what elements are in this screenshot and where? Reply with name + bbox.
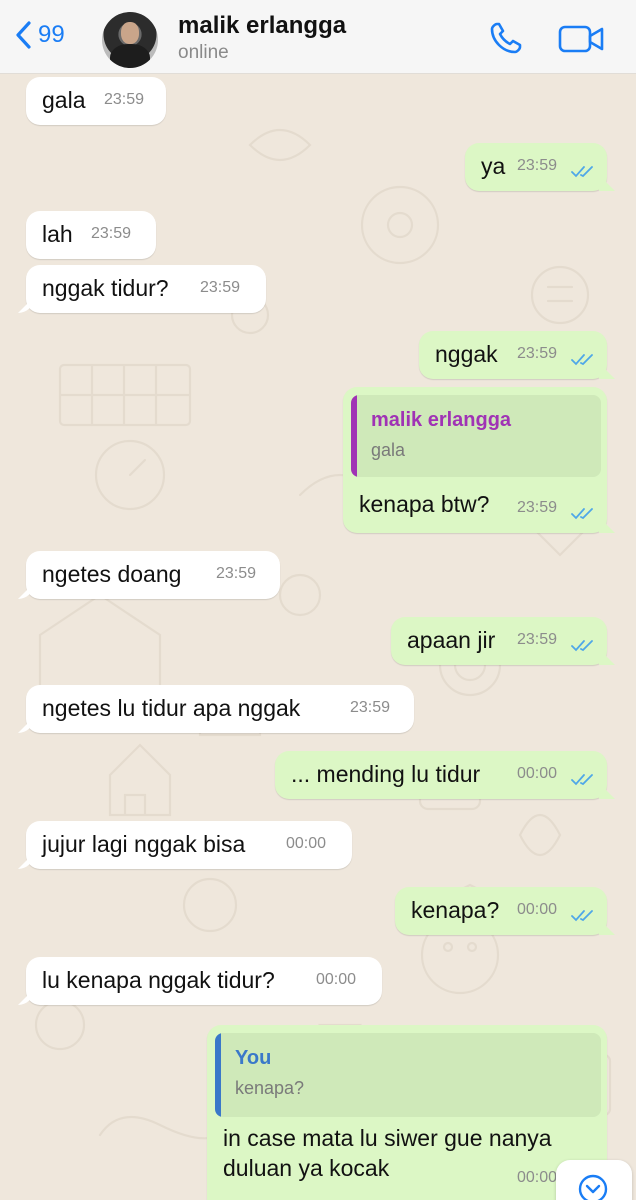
message-incoming[interactable]: nggak tidur? 23:59: [26, 265, 266, 313]
message-incoming[interactable]: gala 23:59: [26, 77, 166, 125]
video-camera-icon[interactable]: [558, 24, 604, 54]
message-incoming[interactable]: lah 23:59: [26, 211, 156, 259]
scroll-down-icon: [578, 1174, 608, 1200]
message-incoming[interactable]: lu kenapa nggak tidur? 00:00: [26, 957, 382, 1005]
chevron-left-icon: [16, 21, 31, 49]
message-time: 00:00: [517, 901, 558, 918]
message-text: lu kenapa nggak tidur?: [42, 967, 275, 993]
double-check-icon: [571, 774, 593, 786]
double-check-icon: [571, 640, 593, 652]
contact-status: online: [178, 42, 229, 63]
message-time: 23:59: [517, 345, 558, 362]
message-time: 23:59: [517, 157, 558, 174]
message-text: ya: [481, 153, 506, 179]
message-outgoing[interactable]: ... mending lu tidur 00:00: [275, 751, 607, 799]
message-incoming[interactable]: ngetes doang 23:59: [26, 551, 280, 599]
message-text-line2: duluan ya kocak: [223, 1155, 390, 1181]
double-check-icon: [571, 910, 593, 922]
message-text: ngetes lu tidur apa nggak: [42, 695, 301, 721]
message-outgoing[interactable]: kenapa? 00:00: [395, 887, 607, 935]
scroll-to-bottom-button[interactable]: [556, 1160, 632, 1200]
double-check-icon: [571, 166, 593, 178]
double-check-icon: [571, 508, 593, 520]
phone-icon[interactable]: [488, 20, 524, 56]
message-time: 23:59: [216, 565, 257, 582]
message-text: nggak: [435, 341, 498, 367]
message-time: 23:59: [517, 631, 558, 648]
unread-count: 99: [38, 21, 65, 48]
message-time: 00:00: [286, 835, 327, 852]
message-outgoing-reply[interactable]: malik erlangga gala kenapa btw? 23:59: [343, 387, 607, 533]
quoted-text: gala: [371, 440, 406, 460]
message-text: kenapa btw?: [359, 491, 490, 517]
message-time: 00:00: [517, 1169, 558, 1186]
message-text: ngetes doang: [42, 561, 182, 587]
message-text-line1: in case mata lu siwer gue nanya: [223, 1125, 552, 1151]
contact-name[interactable]: malik erlangga: [178, 12, 346, 40]
chat-header: 99 malik erlangga online: [0, 0, 636, 74]
quoted-text: kenapa?: [235, 1078, 305, 1098]
message-time: 00:00: [517, 765, 558, 782]
message-text: gala: [42, 87, 86, 113]
message-outgoing[interactable]: apaan jir 23:59: [391, 617, 607, 665]
message-text: apaan jir: [407, 627, 496, 653]
message-outgoing[interactable]: nggak 23:59: [419, 331, 607, 379]
message-time: 23:59: [517, 499, 558, 516]
message-time: 23:59: [350, 699, 391, 716]
quoted-message[interactable]: You kenapa?: [215, 1033, 601, 1117]
avatar[interactable]: [102, 12, 158, 68]
message-incoming[interactable]: ngetes lu tidur apa nggak 23:59: [26, 685, 414, 733]
quoted-sender: You: [235, 1047, 272, 1069]
message-time: 23:59: [104, 91, 145, 108]
message-text: ... mending lu tidur: [291, 761, 481, 787]
message-outgoing-reply[interactable]: You kenapa? in case mata lu siwer gue na…: [207, 1025, 607, 1200]
back-button[interactable]: 99: [14, 20, 65, 50]
double-check-icon: [571, 354, 593, 366]
message-outgoing[interactable]: ya 23:59: [465, 143, 607, 191]
quoted-sender: malik erlangga: [371, 409, 512, 431]
message-text: nggak tidur?: [42, 275, 169, 301]
message-text: jujur lagi nggak bisa: [42, 831, 246, 857]
message-incoming[interactable]: jujur lagi nggak bisa 00:00: [26, 821, 352, 869]
quoted-message[interactable]: malik erlangga gala: [351, 395, 601, 477]
message-text: kenapa?: [411, 897, 500, 923]
message-text: lah: [42, 221, 73, 247]
message-time: 23:59: [91, 225, 132, 242]
message-time: 23:59: [200, 279, 241, 296]
chat-area[interactable]: gala 23:59 ya 23:59 lah 23:59 nggak tidu…: [0, 75, 636, 1200]
message-time: 00:00: [316, 971, 357, 988]
